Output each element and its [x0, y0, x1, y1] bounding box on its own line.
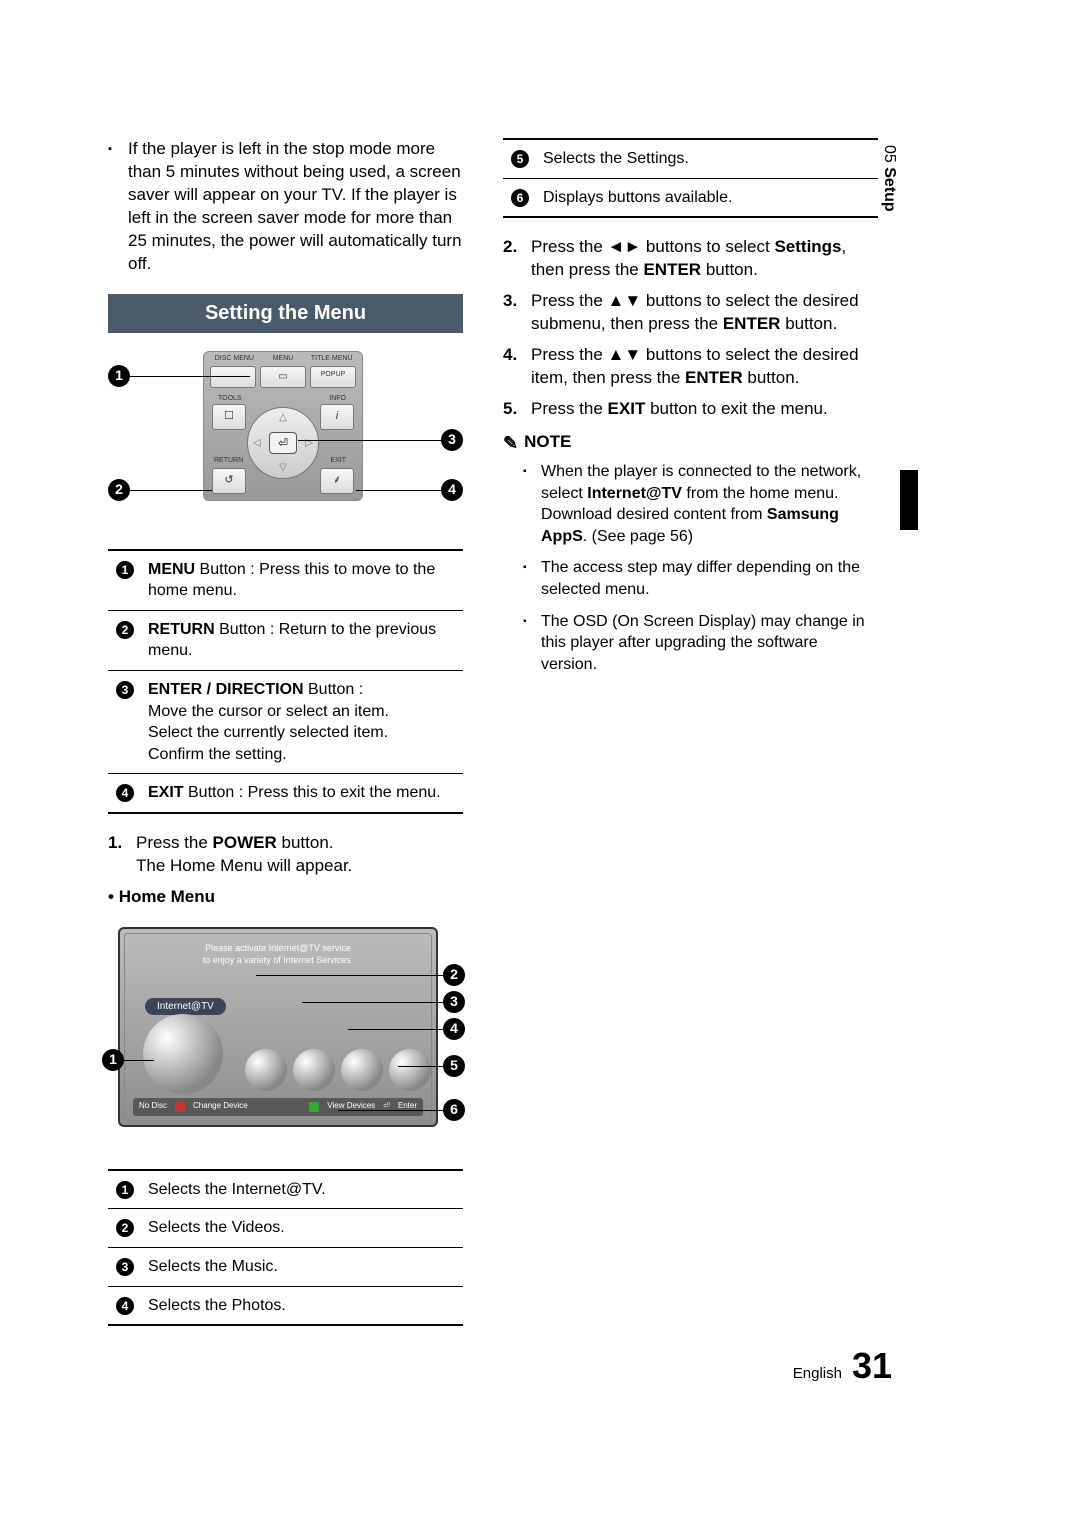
chapter-side-tab: 05 Setup — [878, 145, 900, 212]
table-row: 6Displays buttons available. — [503, 178, 878, 217]
table-row: 1 MENU Button : Press this to move to th… — [108, 550, 463, 611]
table-row: 2Selects the Videos. — [108, 1209, 463, 1248]
home-menu-diagram: Please activate Internet@TV service to e… — [108, 919, 463, 1149]
chapter-number: 05 — [881, 145, 898, 163]
step-2: 2. Press the ◄► buttons to select Settin… — [503, 236, 878, 282]
orb-settings — [389, 1049, 431, 1091]
step-1: 1. Press the POWER button. The Home Menu… — [108, 832, 463, 878]
hcallout-1: 1 — [102, 1049, 124, 1071]
callout-1: 1 — [108, 365, 130, 387]
hcallout-3: 3 — [443, 991, 465, 1013]
table-row: 4Selects the Photos. — [108, 1286, 463, 1325]
remote-callout-table: 1 MENU Button : Press this to move to th… — [108, 549, 463, 814]
exit-button: ⸙ — [320, 468, 354, 494]
intro-text: If the player is left in the stop mode m… — [128, 138, 463, 276]
table-row: 1Selects the Internet@TV. — [108, 1170, 463, 1209]
hcallout-6: 6 — [443, 1099, 465, 1121]
return-button: ↺ — [212, 468, 246, 494]
red-key-icon — [175, 1102, 185, 1112]
remote-body: DISC MENU MENU TITLE MENU ▭ POPUP TOOLS … — [203, 351, 363, 501]
direction-pad: △ ▽ ◁ ▷ ⏎ — [247, 407, 319, 479]
note-item: ▪The access step may differ depending on… — [523, 557, 878, 600]
hcallout-2: 2 — [443, 964, 465, 986]
popup-button: POPUP — [310, 366, 356, 388]
note-item: ▪The OSD (On Screen Display) may change … — [523, 611, 878, 676]
note-icon: ✎ — [503, 431, 518, 455]
disc-menu-button — [210, 366, 256, 388]
chapter-label: Setup — [881, 167, 898, 211]
orb-internet-tv — [143, 1014, 223, 1094]
info-button: i — [320, 404, 354, 430]
internet-tv-pill: Internet@TV — [145, 998, 226, 1016]
thumb-tab — [900, 470, 918, 530]
table-row: 4 EXIT Button : Press this to exit the m… — [108, 774, 463, 813]
right-mini-table: 5Selects the Settings. 6Displays buttons… — [503, 138, 878, 218]
right-arrow-icon: ▷ — [305, 436, 313, 450]
intro-bullet: ▪ If the player is left in the stop mode… — [108, 138, 463, 276]
callout-3: 3 — [441, 429, 463, 451]
up-arrow-icon: △ — [279, 411, 287, 425]
step-3: 3. Press the ▲▼ buttons to select the de… — [503, 290, 878, 336]
tv-screen: Please activate Internet@TV service to e… — [118, 927, 438, 1127]
home-menu-heading: Home Menu — [108, 886, 463, 909]
footer-page-number: 31 — [852, 1342, 892, 1391]
remote-diagram: DISC MENU MENU TITLE MENU ▭ POPUP TOOLS … — [108, 351, 463, 521]
tv-footer-bar: No Disc Change Device View Devices ⏎ Ent… — [133, 1098, 423, 1116]
orb-videos — [245, 1049, 287, 1091]
section-title: Setting the Menu — [108, 294, 463, 333]
menu-button: ▭ — [260, 366, 306, 388]
table-row: 5Selects the Settings. — [503, 139, 878, 178]
green-key-icon — [309, 1102, 319, 1112]
footer-language: English — [793, 1364, 842, 1384]
callout-2: 2 — [108, 479, 130, 501]
orb-music — [293, 1049, 335, 1091]
home-callout-table: 1Selects the Internet@TV. 2Selects the V… — [108, 1169, 463, 1326]
step-4: 4. Press the ▲▼ buttons to select the de… — [503, 344, 878, 390]
down-arrow-icon: ▽ — [279, 461, 287, 475]
table-row: 3Selects the Music. — [108, 1247, 463, 1286]
table-row: 2 RETURN Button : Return to the previous… — [108, 610, 463, 670]
table-row: 3 ENTER / DIRECTION Button : Move the cu… — [108, 671, 463, 774]
left-arrow-icon: ◁ — [253, 436, 261, 450]
enter-button: ⏎ — [269, 432, 297, 454]
note-heading: ✎ NOTE — [503, 431, 878, 455]
callout-4: 4 — [441, 479, 463, 501]
tools-button: ☐ — [212, 404, 246, 430]
note-item: ▪ When the player is connected to the ne… — [523, 461, 878, 547]
page-footer: English 31 — [793, 1342, 892, 1391]
orb-photos — [341, 1049, 383, 1091]
hcallout-4: 4 — [443, 1018, 465, 1040]
step-5: 5. Press the EXIT button to exit the men… — [503, 398, 878, 421]
hcallout-5: 5 — [443, 1055, 465, 1077]
bullet-icon: ▪ — [108, 138, 120, 276]
